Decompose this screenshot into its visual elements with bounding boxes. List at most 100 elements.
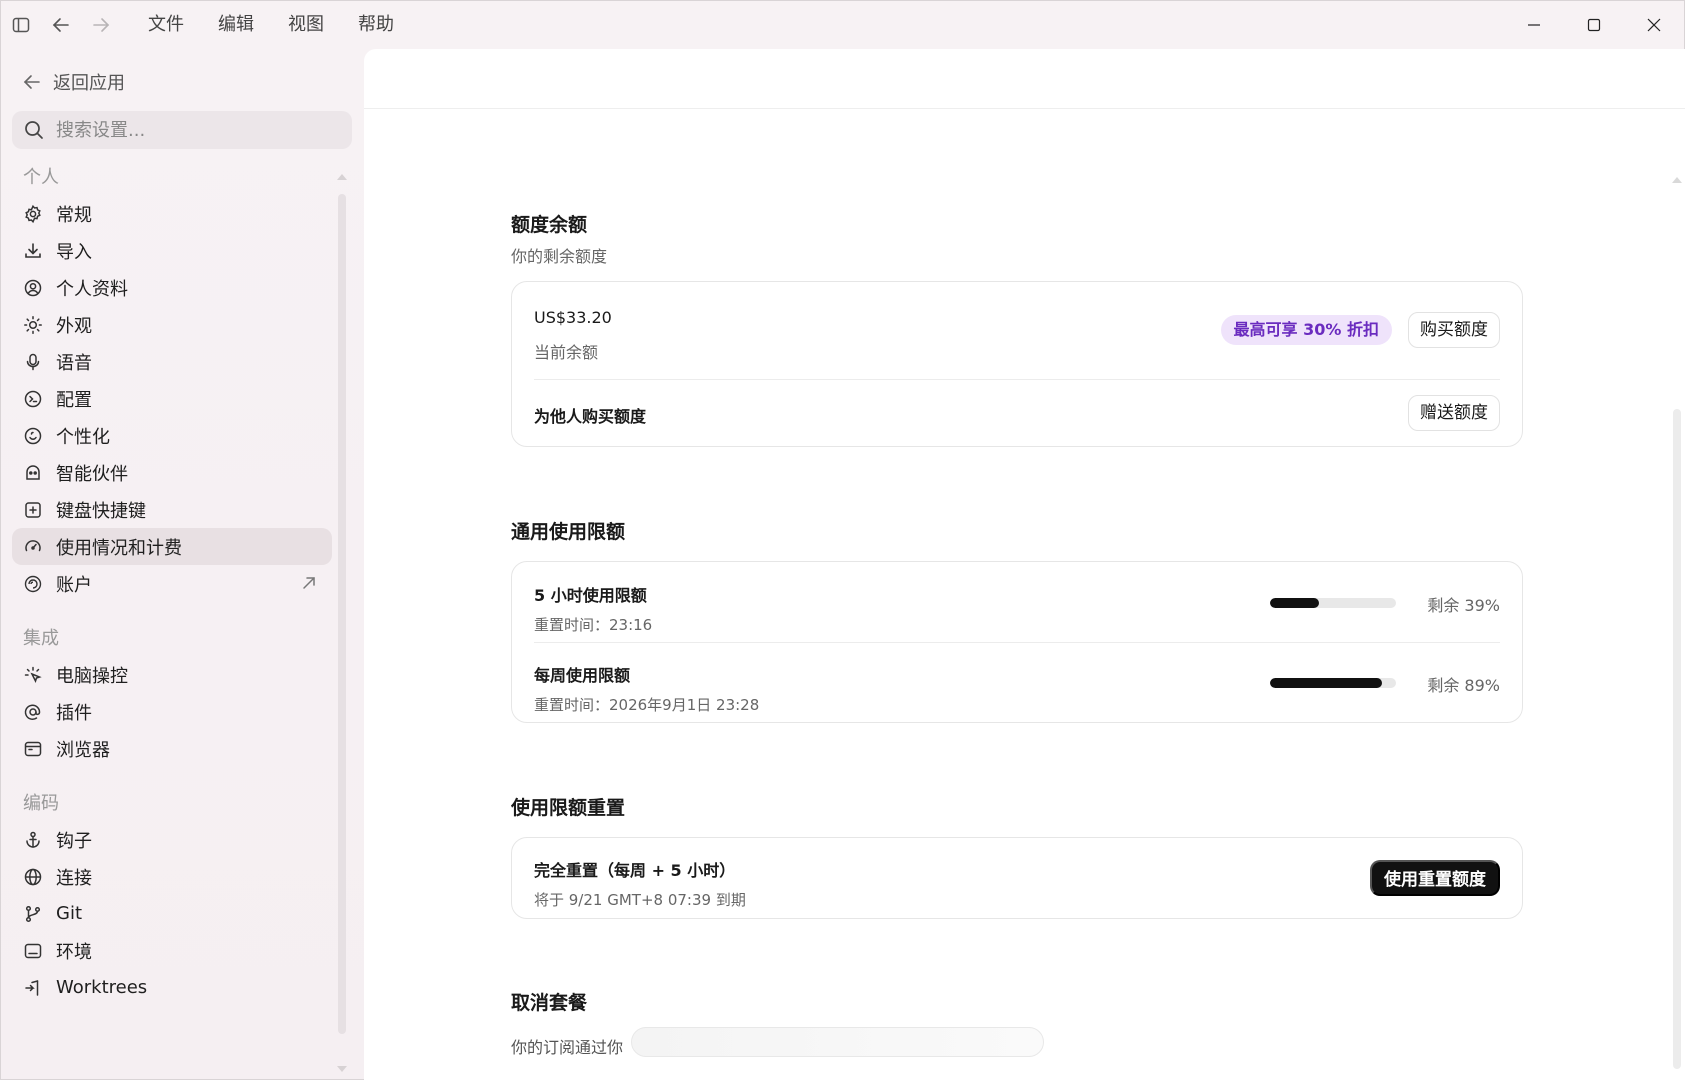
main-scrollbar[interactable]: [1673, 409, 1681, 1069]
sidebar-item-appearance[interactable]: 外观: [12, 306, 332, 343]
search-input[interactable]: [56, 119, 316, 141]
settings-main-panel: 额度余额 你的剩余额度 US$33.20 当前余额 最高可享 30% 折扣 购买…: [364, 49, 1685, 1080]
app-window: 文件 编辑 视图 帮助 返回应用 个人: [0, 0, 1685, 1080]
sidebar-item-label: 配置: [56, 389, 92, 411]
sidebar-item-label: 智能伙伴: [56, 463, 128, 485]
reset-card: 完全重置（每周 + 5 小时） 将于 9/21 GMT+8 07:39 到期 使…: [511, 837, 1523, 919]
sidebar-scrollbar[interactable]: [338, 194, 346, 1034]
sidebar-item-label: 插件: [56, 702, 92, 724]
menu-bar: 文件 编辑 视图 帮助: [131, 1, 411, 49]
sidebar-item-browser[interactable]: 浏览器: [12, 730, 332, 767]
sidebar-item-worktrees[interactable]: Worktrees: [12, 969, 332, 1006]
sidebar-item-label: 个人资料: [56, 278, 128, 300]
sidebar-scroll-up[interactable]: [337, 174, 347, 180]
sidebar-item-computer-control[interactable]: 电脑操控: [12, 656, 332, 693]
sidebar-item-label: 浏览器: [56, 739, 110, 761]
back-to-app-link[interactable]: 返回应用: [21, 69, 125, 95]
forward-arrow-icon[interactable]: [81, 1, 121, 49]
nav-section-personal: 个人: [23, 167, 59, 188]
menu-file[interactable]: 文件: [131, 1, 201, 49]
buy-credits-button[interactable]: 购买额度: [1408, 312, 1500, 348]
limit-remaining: 剩余 89%: [1427, 676, 1500, 695]
sidebar-item-git[interactable]: Git: [12, 895, 332, 932]
limit-progress-weekly: [1270, 678, 1396, 688]
credits-divider: [534, 379, 1500, 380]
sidebar-item-label: 语音: [56, 352, 92, 374]
main-header-bar: [364, 49, 1685, 109]
sidebar-item-import[interactable]: 导入: [12, 232, 332, 269]
full-reset-expiry: 将于 9/21 GMT+8 07:39 到期: [534, 891, 746, 909]
limit-reset-time: 重置时间：23:16: [534, 616, 653, 634]
sidebar-item-personalization[interactable]: 个性化: [12, 417, 332, 454]
menu-view[interactable]: 视图: [271, 1, 341, 49]
profile-icon: [22, 277, 44, 299]
mic-icon: [22, 351, 44, 373]
discount-badge[interactable]: 最高可享 30% 折扣: [1220, 315, 1392, 345]
sun-icon: [22, 314, 44, 336]
menu-edit[interactable]: 编辑: [201, 1, 271, 49]
use-reset-credit-button[interactable]: 使用重置额度: [1370, 860, 1500, 896]
sidebar-item-usage-billing[interactable]: 使用情况和计费: [12, 528, 332, 565]
settings-nav: 个人 常规 导入 个人资料 外观 语音 配置 个性化 智能伙伴 键盘快捷键 使用…: [12, 161, 332, 1006]
main-scroll-up[interactable]: [1672, 177, 1682, 183]
menu-help[interactable]: 帮助: [341, 1, 411, 49]
agent-icon: [22, 462, 44, 484]
sidebar-item-label: 账户: [56, 574, 92, 596]
gauge-icon: [22, 536, 44, 558]
sidebar-item-label: 外观: [56, 315, 92, 337]
gift-credits-button[interactable]: 赠送额度: [1408, 395, 1500, 431]
credits-subtitle: 你的剩余额度: [511, 247, 608, 266]
computer-control-icon: [22, 664, 44, 686]
title-bar: 文件 编辑 视图 帮助: [1, 1, 1684, 49]
smile-icon: [22, 425, 44, 447]
maximize-button[interactable]: [1564, 1, 1624, 49]
sidebar-item-hooks[interactable]: 钩子: [12, 821, 332, 858]
sidebar-item-label: 常规: [56, 204, 92, 226]
full-reset-title: 完全重置（每周 + 5 小时）: [534, 861, 736, 880]
keyboard-icon: [22, 499, 44, 521]
sidebar-toggle-icon[interactable]: [1, 1, 41, 49]
sidebar-item-agents[interactable]: 智能伙伴: [12, 454, 332, 491]
sidebar-item-plugins[interactable]: 插件: [12, 693, 332, 730]
window-controls: [1504, 1, 1684, 49]
credits-card: US$33.20 当前余额 最高可享 30% 折扣 购买额度 为他人购买额度 赠…: [511, 281, 1523, 447]
sidebar-item-environment[interactable]: 环境: [12, 932, 332, 969]
sidebar-item-profile[interactable]: 个人资料: [12, 269, 332, 306]
reset-title: 使用限额重置: [511, 797, 626, 819]
globe-icon: [22, 866, 44, 888]
sidebar-item-label: 键盘快捷键: [56, 500, 146, 522]
sidebar-item-config[interactable]: 配置: [12, 380, 332, 417]
minimize-button[interactable]: [1504, 1, 1564, 49]
nav-section-integrations: 集成: [23, 628, 59, 649]
sidebar-item-voice[interactable]: 语音: [12, 343, 332, 380]
terminal-icon: [22, 940, 44, 962]
sidebar-item-label: 个性化: [56, 426, 110, 448]
cancel-plan-text: 你的订阅通过你: [511, 1038, 624, 1057]
sidebar-item-account[interactable]: 账户: [12, 565, 332, 602]
back-arrow-icon[interactable]: [41, 1, 81, 49]
account-icon: [22, 573, 44, 595]
limit-progress-5h: [1270, 598, 1396, 608]
limit-progress-fill: [1270, 678, 1383, 688]
sidebar-item-general[interactable]: 常规: [12, 195, 332, 232]
limit-remaining: 剩余 39%: [1427, 596, 1500, 615]
sidebar-item-connections[interactable]: 连接: [12, 858, 332, 895]
limit-row-5h: 5 小时使用限额 重置时间：23:16: [534, 582, 1500, 635]
full-reset-row: 完全重置（每周 + 5 小时） 将于 9/21 GMT+8 07:39 到期: [534, 857, 1500, 910]
worktree-icon: [22, 977, 44, 999]
settings-search[interactable]: [12, 111, 352, 149]
git-branch-icon: [22, 903, 44, 925]
close-button[interactable]: [1624, 1, 1684, 49]
credits-title: 额度余额: [511, 214, 588, 236]
download-icon: [22, 240, 44, 262]
sidebar-item-label: 环境: [56, 941, 92, 963]
sidebar-item-label: Worktrees: [56, 977, 148, 998]
sidebar-item-label: Git: [56, 903, 83, 924]
sidebar-scroll-down[interactable]: [337, 1066, 347, 1072]
sidebar-item-label: 电脑操控: [56, 665, 128, 687]
cancel-plan-title: 取消套餐: [511, 992, 588, 1014]
limit-reset-time: 重置时间：2026年9月1日 23:28: [534, 696, 760, 714]
arrow-left-icon: [23, 75, 40, 89]
anchor-icon: [22, 829, 44, 851]
sidebar-item-shortcuts[interactable]: 键盘快捷键: [12, 491, 332, 528]
